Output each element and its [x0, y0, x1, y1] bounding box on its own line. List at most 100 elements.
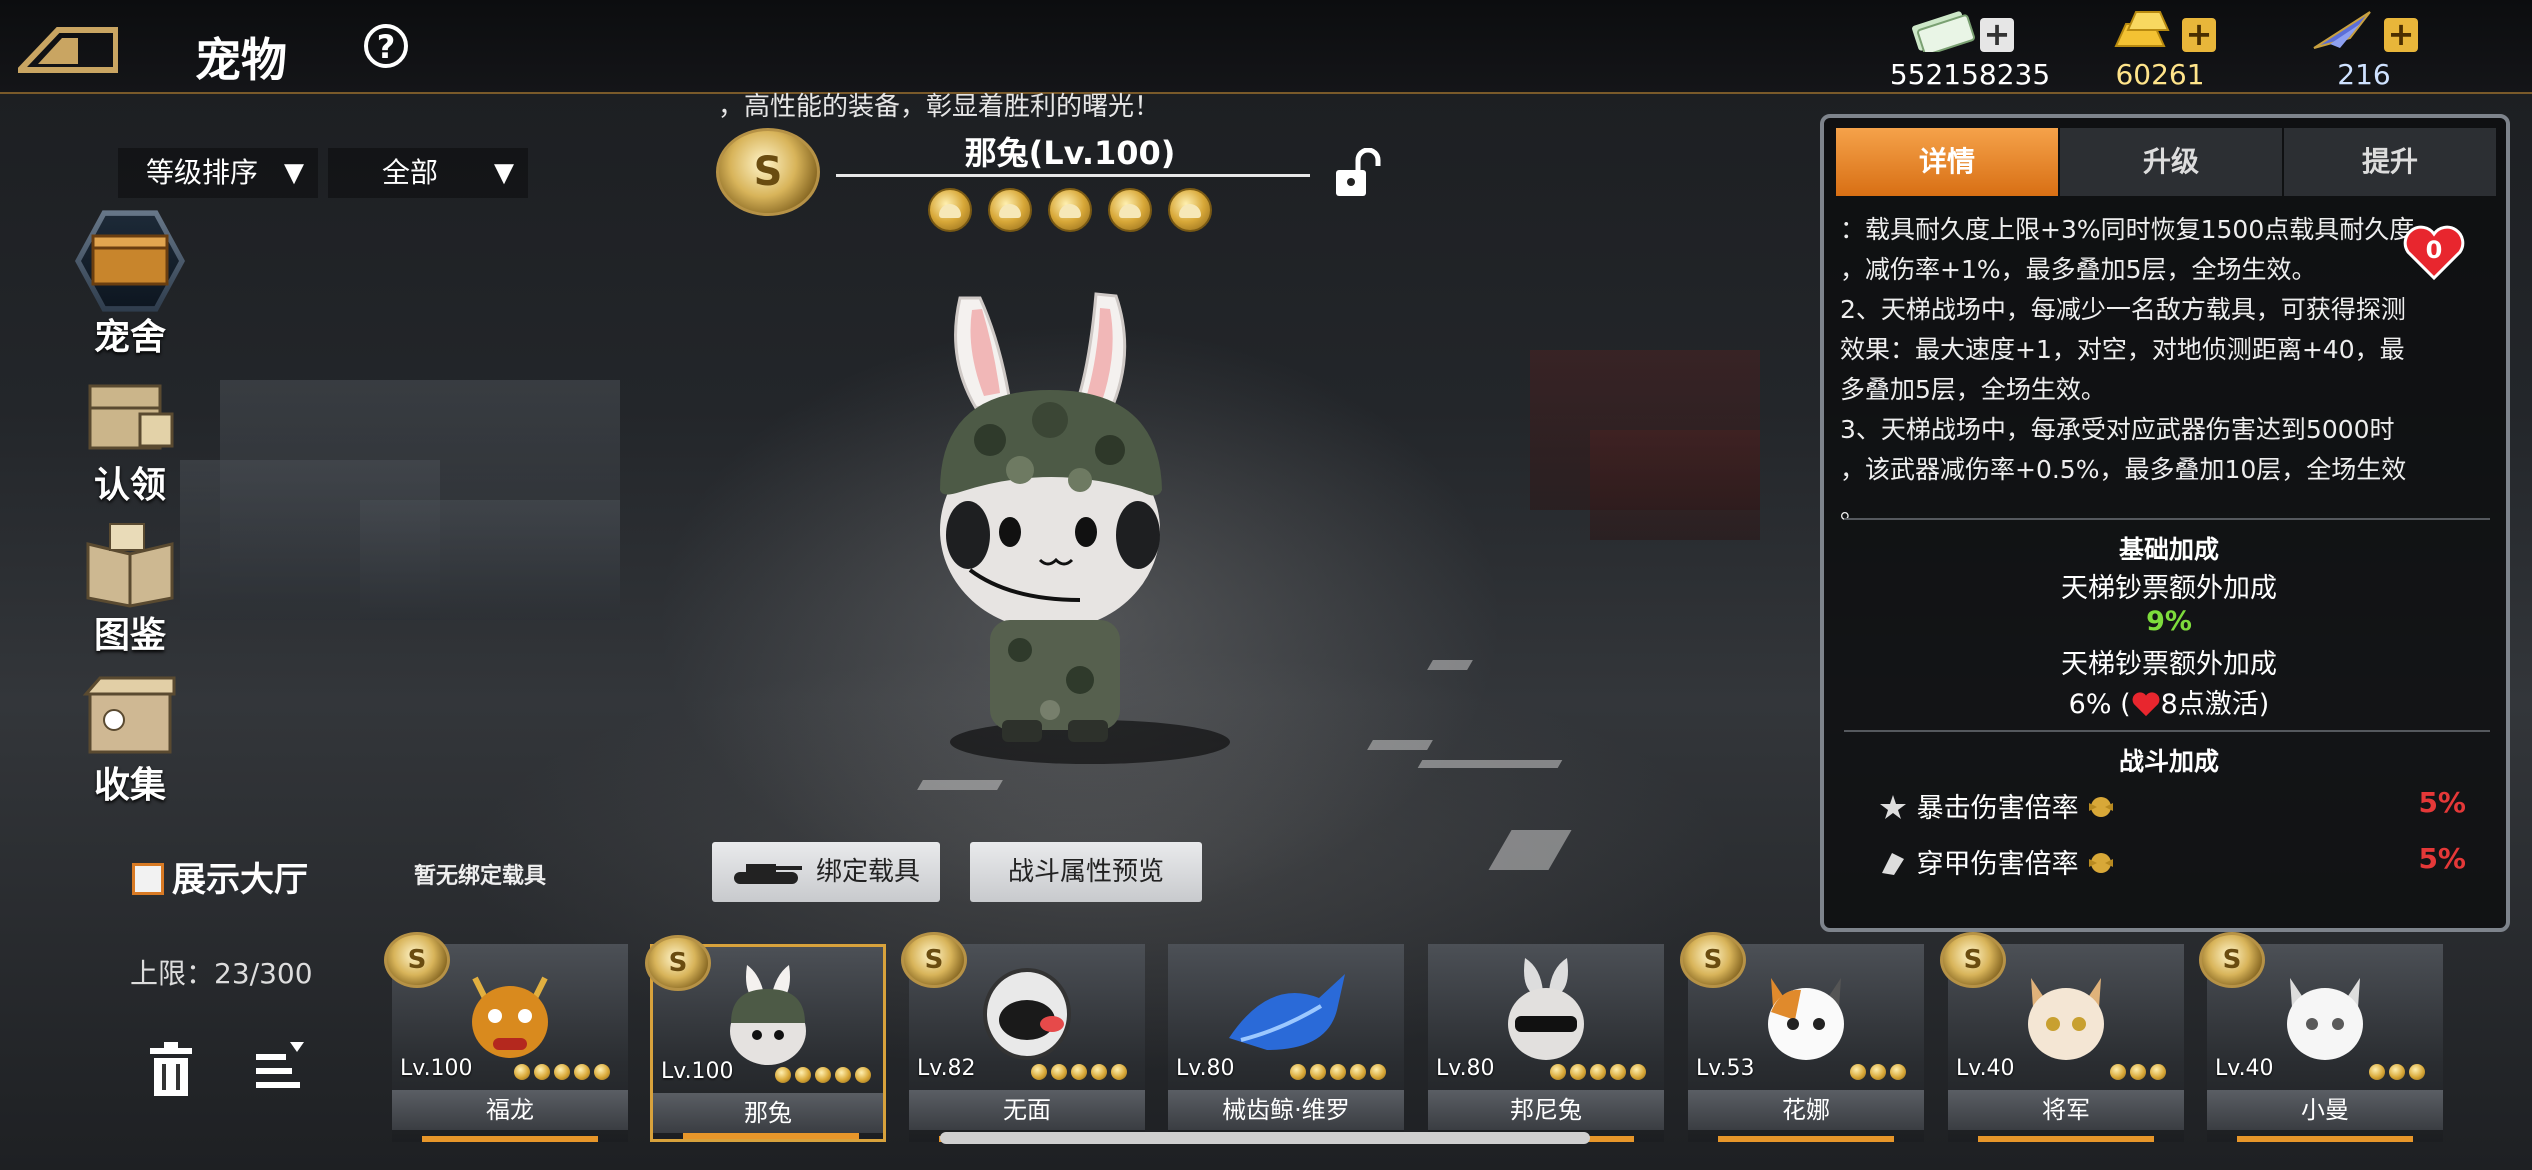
combat-row-label: 穿甲伤害倍率 — [1916, 849, 2079, 880]
star-icon — [988, 188, 1032, 232]
sidenav-item-kennel[interactable]: 宠舍 — [70, 206, 190, 360]
pet-portrait — [972, 958, 1082, 1072]
capacity-limit: 上限：23/300 — [130, 957, 313, 990]
top-bar: 宠物 ? + 552158235 + 60261 + 216 — [0, 0, 2532, 94]
combat-row-value: 5% — [2418, 842, 2466, 875]
star-icon — [2110, 1064, 2126, 1080]
pet-level: Lv.82 — [917, 1056, 976, 1081]
fighter-jet-icon — [2313, 11, 2371, 49]
skill-line: 效果：最大速度+1，对空，对地侦测距离+40，最 — [1840, 335, 2405, 364]
skill-line: ，该武器减伤率+0.5%，最多叠加10层，全场生效 — [1840, 455, 2407, 484]
pet-detail-panel: 详情 升级 提升 ：载具耐久度上限+3%同时恢复1500点载具耐久度 ，减伤率+… — [1820, 114, 2510, 932]
star-icon — [1111, 1064, 1127, 1080]
category-filter-dropdown[interactable]: 全部 ▼ — [328, 148, 528, 198]
pet-name-label: 械齿鲸·维罗 — [1168, 1090, 1404, 1130]
skill-line: ，减伤率+1%，最多叠加5层，全场生效。 — [1840, 255, 2317, 284]
sidenav-item-claim[interactable]: 认领 — [70, 364, 190, 508]
pet-level: Lv.100 — [400, 1056, 473, 1081]
star-icon — [1051, 1064, 1067, 1080]
star-icon — [1290, 1064, 1306, 1080]
star-icon — [1570, 1064, 1586, 1080]
star-icon — [2130, 1064, 2146, 1080]
add-gold-button[interactable]: + — [2182, 18, 2216, 52]
no-vehicle-label: 暂无绑定载具 — [414, 864, 547, 889]
back-button[interactable] — [13, 24, 119, 76]
bind-vehicle-button[interactable]: 绑定载具 — [712, 842, 940, 902]
card-accent-bar — [683, 1133, 859, 1139]
pet-card[interactable]: S Lv.82 无面 — [901, 932, 1145, 1142]
tab-enhance[interactable]: 提升 — [2284, 128, 2496, 196]
pet-card[interactable]: S Lv.40 小曼 — [2199, 932, 2443, 1142]
rank-medal-icon: S — [2199, 932, 2265, 988]
home-indicator — [940, 1132, 1590, 1144]
divider — [1844, 730, 2490, 732]
star-icon — [1031, 1064, 1047, 1080]
cash-amount: 552158235 — [1889, 58, 2051, 91]
pet-name-label: 将军 — [1948, 1090, 2184, 1130]
pet-name-label: 福龙 — [392, 1090, 628, 1130]
sidenav-item-book[interactable]: 图鉴 — [70, 514, 190, 658]
pet-card[interactable]: Lv.80 邦尼兔 — [1428, 944, 1664, 1142]
pet-name: 那兔(Lv.100) — [964, 134, 1176, 172]
pet-portrait — [713, 961, 823, 1075]
star-icon — [594, 1064, 610, 1080]
star-icon — [928, 188, 972, 232]
trash-icon — [150, 1042, 192, 1096]
star-icon — [1850, 1064, 1866, 1080]
sort-button[interactable] — [254, 1040, 308, 1100]
pet-card[interactable]: S Lv.100 福龙 — [384, 932, 628, 1142]
pet-rabbit-model — [940, 292, 1230, 764]
sort-list-icon — [256, 1042, 304, 1088]
page-title: 宠物 — [195, 33, 287, 87]
base-bonus-percent: 6% ( — [2068, 689, 2131, 720]
star-icon — [775, 1067, 791, 1083]
tab-upgrade[interactable]: 升级 — [2060, 128, 2282, 196]
rank-medal-icon: S — [901, 932, 967, 988]
heart-count: 0 — [2425, 236, 2443, 264]
pet-portrait — [2270, 958, 2380, 1072]
card-accent-bar — [2237, 1136, 2413, 1142]
currency-jet: + 216 — [2300, 8, 2520, 91]
star-icon — [2389, 1064, 2405, 1080]
checkbox[interactable] — [132, 863, 164, 895]
chevron-down-icon: ▼ — [494, 158, 514, 188]
heart-counter[interactable]: 0 — [2402, 222, 2466, 282]
pet-name-label: 邦尼兔 — [1428, 1090, 1664, 1130]
pet-card[interactable]: Lv.80 械齿鲸·维罗 — [1168, 944, 1404, 1142]
pet-name-label: 花娜 — [1688, 1090, 1924, 1130]
combat-row-label: 暴击伤害倍率 — [1916, 793, 2079, 824]
showroom-label: 展示大厅 — [172, 860, 308, 900]
star-icon — [1330, 1064, 1346, 1080]
pet-portrait — [1221, 958, 1351, 1072]
star-icon — [1048, 188, 1092, 232]
base-bonus-label-1: 天梯钞票额外加成 — [2061, 573, 2277, 604]
pet-description: ，高性能的装备，彰显着胜利的曙光！ — [718, 92, 1161, 122]
star-icon — [1108, 188, 1152, 232]
star-icon — [1630, 1064, 1646, 1080]
star-icon — [574, 1064, 590, 1080]
crit-icon — [1878, 793, 1908, 821]
kennel-icon — [75, 206, 185, 316]
pet-portrait — [455, 958, 565, 1072]
gold-bar-icon — [2114, 11, 2170, 47]
sort-filter-dropdown[interactable]: 等级排序 ▼ — [118, 148, 318, 198]
card-accent-bar — [422, 1136, 598, 1142]
tab-details[interactable]: 详情 — [1836, 128, 2058, 196]
add-jet-button[interactable]: + — [2384, 18, 2418, 52]
add-cash-button[interactable]: + — [1980, 18, 2014, 52]
unlock-icon[interactable] — [1332, 147, 1392, 200]
pet-card[interactable]: S Lv.100 那兔 — [645, 935, 886, 1142]
pet-card[interactable]: S Lv.40 将军 — [1940, 932, 2184, 1142]
pet-level: Lv.40 — [1956, 1056, 2015, 1081]
currency-cash: + 552158235 — [1860, 8, 2080, 91]
sidenav-item-collection[interactable]: 收集 — [70, 664, 190, 808]
help-button[interactable]: ? — [364, 24, 408, 68]
showroom-toggle[interactable]: 展示大厅 — [132, 852, 308, 901]
tank-icon — [734, 864, 802, 884]
combat-preview-button[interactable]: 战斗属性预览 — [970, 842, 1202, 902]
trash-button[interactable] — [146, 1040, 196, 1100]
pet-name-label: 无面 — [909, 1090, 1145, 1130]
star-icon — [1890, 1064, 1906, 1080]
star-icon — [1370, 1064, 1386, 1080]
pet-card[interactable]: S Lv.53 花娜 — [1680, 932, 1924, 1142]
